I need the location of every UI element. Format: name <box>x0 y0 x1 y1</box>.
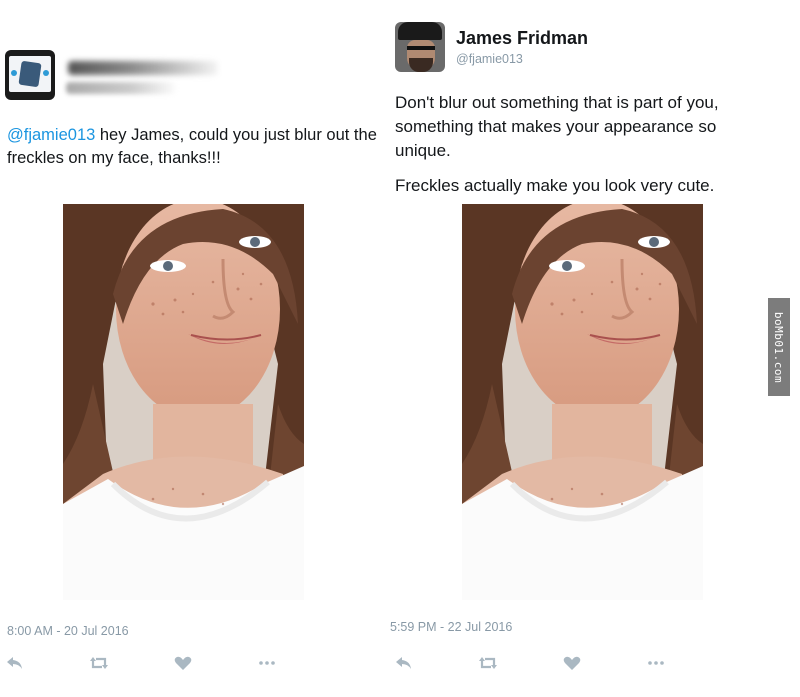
freckles-selfie-image <box>462 204 703 600</box>
freckles-selfie-image <box>63 204 304 600</box>
reply-icon[interactable] <box>393 652 415 674</box>
avatar-glasses <box>407 46 435 50</box>
reply-paragraph-2: Freckles actually make you look very cut… <box>395 176 715 195</box>
blurred-author-handle <box>66 82 176 94</box>
retweet-icon[interactable] <box>88 652 110 674</box>
blurred-author-name <box>68 61 218 75</box>
more-icon[interactable] <box>645 652 667 674</box>
more-icon[interactable] <box>256 652 278 674</box>
retweet-icon[interactable] <box>477 652 499 674</box>
tweet-timestamp[interactable]: 5:59 PM - 22 Jul 2016 <box>390 620 512 634</box>
requester-avatar[interactable] <box>5 50 55 100</box>
avatar-hat <box>398 22 442 40</box>
mention-link[interactable]: @fjamie013 <box>7 126 95 144</box>
site-watermark: boMb01.com <box>768 298 790 396</box>
tweet-photo[interactable] <box>63 204 304 600</box>
tweet-timestamp[interactable]: 8:00 AM - 20 Jul 2016 <box>7 624 129 638</box>
reply-paragraph-1: Don't blur out something that is part of… <box>395 93 719 160</box>
author-handle[interactable]: @fjamie013 <box>456 52 523 66</box>
avatar-logo <box>18 60 42 88</box>
reply-tweet: James Fridman @fjamie013 Don't blur out … <box>390 0 765 697</box>
avatar-dot <box>11 70 17 76</box>
watermark-text: boMb01.com <box>772 311 786 383</box>
like-icon[interactable] <box>561 652 583 674</box>
like-icon[interactable] <box>172 652 194 674</box>
request-tweet: @fjamie013 hey James, could you just blu… <box>0 0 390 697</box>
author-name[interactable]: James Fridman <box>456 28 588 49</box>
avatar-dot <box>43 70 49 76</box>
avatar-beard <box>409 58 433 72</box>
author-avatar[interactable] <box>395 22 445 72</box>
request-tweet-text: @fjamie013 hey James, could you just blu… <box>7 124 387 170</box>
tweet-photo[interactable] <box>462 204 703 600</box>
reply-tweet-text: Don't blur out something that is part of… <box>395 91 770 198</box>
reply-icon[interactable] <box>4 652 26 674</box>
